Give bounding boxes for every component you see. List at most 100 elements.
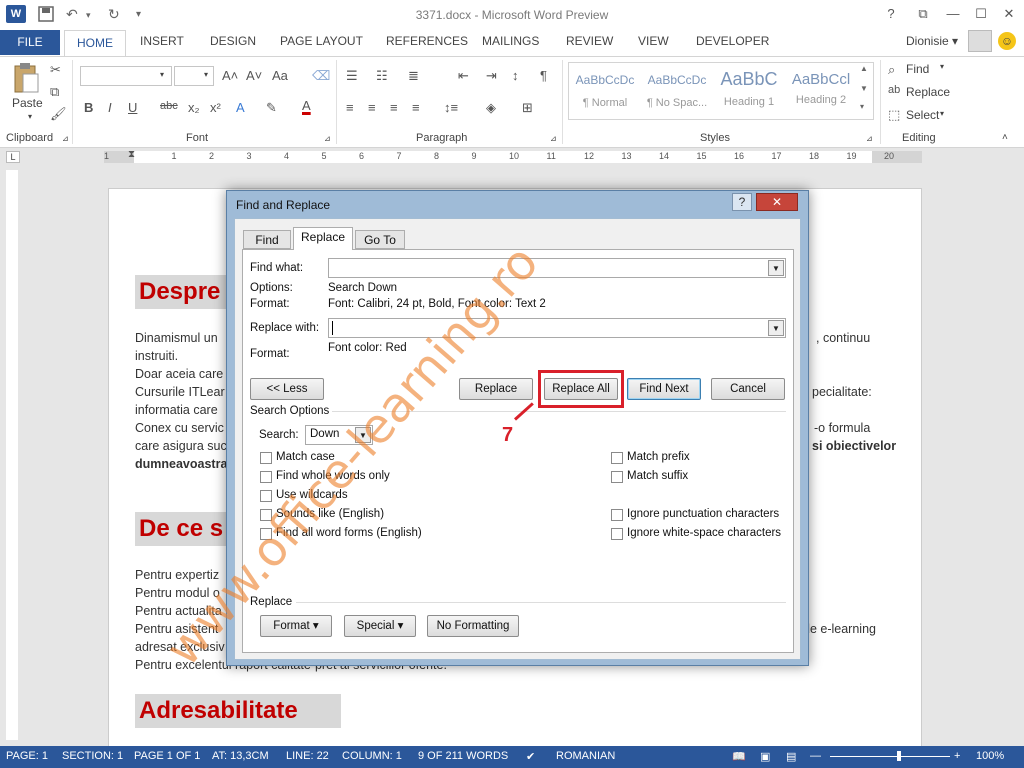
special-menu-button[interactable]: Special ▾ xyxy=(344,615,416,637)
dialog-tab-replace[interactable]: Replace xyxy=(293,227,353,250)
replace-history-dropdown-icon[interactable]: ▼ xyxy=(768,320,784,336)
clipboard-launcher-icon[interactable]: ⊿ xyxy=(62,134,69,143)
grow-font-button[interactable]: A˄ xyxy=(222,68,238,83)
paragraph-launcher-icon[interactable]: ⊿ xyxy=(550,134,557,143)
tab-page-layout[interactable]: PAGE LAYOUT xyxy=(280,34,363,48)
zoom-level[interactable]: 100% xyxy=(976,750,1004,762)
status-at[interactable]: AT: 13,3CM xyxy=(212,750,269,762)
multilevel-list-icon[interactable]: ≣ xyxy=(408,68,419,84)
styles-scroll-up-icon[interactable]: ▲ xyxy=(860,64,868,73)
italic-button[interactable]: I xyxy=(108,100,112,115)
tab-insert[interactable]: INSERT xyxy=(140,34,184,48)
strikethrough-button[interactable]: abc xyxy=(160,100,178,112)
avatar[interactable] xyxy=(968,30,992,52)
less-button[interactable]: << Less xyxy=(250,378,324,400)
highlight-color-icon[interactable]: ✎ xyxy=(266,100,277,116)
tab-developer[interactable]: DEVELOPER xyxy=(696,34,769,48)
zoom-in-icon[interactable]: + xyxy=(954,750,960,762)
borders-icon[interactable]: ⊞ xyxy=(522,100,533,116)
no-formatting-button[interactable]: No Formatting xyxy=(427,615,519,637)
align-center-icon[interactable]: ≡ xyxy=(368,100,376,115)
status-line[interactable]: LINE: 22 xyxy=(286,750,329,762)
status-section[interactable]: SECTION: 1 xyxy=(62,750,123,762)
dialog-help-button[interactable]: ? xyxy=(732,193,752,211)
find-icon[interactable]: ⌕ xyxy=(888,62,895,78)
ribbon-display-button[interactable]: ⧉ xyxy=(912,4,934,24)
read-mode-icon[interactable]: 📖 xyxy=(732,750,746,763)
text-effects-icon[interactable]: A xyxy=(236,100,245,115)
replace-dialog-button[interactable]: Replace xyxy=(459,378,533,400)
vertical-ruler[interactable] xyxy=(6,170,18,740)
numbering-icon[interactable]: ☷ xyxy=(376,68,388,84)
ignore-whitespace-checkbox[interactable] xyxy=(611,528,623,540)
maximize-button[interactable]: ☐ xyxy=(970,4,992,24)
bullets-icon[interactable]: ☰ xyxy=(346,68,358,84)
tab-home[interactable]: HOME xyxy=(64,30,126,56)
shrink-font-button[interactable]: A˅ xyxy=(246,68,262,83)
status-column[interactable]: COLUMN: 1 xyxy=(342,750,402,762)
feedback-smiley-icon[interactable]: ☺ xyxy=(998,32,1016,50)
styles-scroll-down-icon[interactable]: ▼ xyxy=(860,84,868,93)
match-prefix-checkbox[interactable] xyxy=(611,452,623,464)
replace-icon[interactable]: ab xyxy=(888,84,900,96)
tab-review[interactable]: REVIEW xyxy=(566,34,613,48)
find-history-dropdown-icon[interactable]: ▼ xyxy=(768,260,784,276)
sort-icon[interactable]: ↕ xyxy=(512,68,519,83)
zoom-slider[interactable] xyxy=(830,756,950,757)
font-launcher-icon[interactable]: ⊿ xyxy=(324,134,331,143)
increase-indent-icon[interactable]: ⇥ xyxy=(486,68,497,84)
find-button[interactable]: Find xyxy=(906,62,929,76)
tab-view[interactable]: VIEW xyxy=(638,34,669,48)
decrease-indent-icon[interactable]: ⇤ xyxy=(458,68,469,84)
collapse-ribbon-icon[interactable]: ˄ xyxy=(1002,132,1008,143)
shading-icon[interactable]: ◈ xyxy=(486,100,496,116)
justify-icon[interactable]: ≡ xyxy=(412,100,420,115)
ignore-punctuation-checkbox[interactable] xyxy=(611,509,623,521)
clear-formatting-icon[interactable]: ⌫ xyxy=(312,68,330,84)
style-heading-1[interactable]: AaBbC Heading 1 xyxy=(714,64,784,118)
whole-words-checkbox[interactable] xyxy=(260,471,272,483)
underline-button[interactable]: U xyxy=(128,100,137,115)
zoom-out-icon[interactable]: — xyxy=(810,750,821,762)
show-marks-icon[interactable]: ¶ xyxy=(540,68,547,83)
proofing-icon[interactable]: ✔ xyxy=(526,750,535,763)
user-account-menu[interactable]: Dionisie ▾ xyxy=(906,34,958,48)
document-heading[interactable]: Adresabilitate xyxy=(135,694,341,728)
zoom-slider-thumb[interactable] xyxy=(897,751,901,761)
style-no-spacing[interactable]: AaBbCcDc ¶ No Spac... xyxy=(642,64,712,118)
style-normal[interactable]: AaBbCcDc ¶ Normal xyxy=(570,64,640,118)
styles-launcher-icon[interactable]: ⊿ xyxy=(866,134,873,143)
find-next-button[interactable]: Find Next xyxy=(627,378,701,400)
replace-with-input[interactable] xyxy=(328,318,786,338)
select-dropdown-icon[interactable]: ▾ xyxy=(940,109,944,118)
paragraph-block[interactable]: Dinamismul un instruiti. Doar aceia care… xyxy=(135,329,227,473)
tab-references[interactable]: REFERENCES xyxy=(386,34,468,48)
print-layout-icon[interactable]: ▣ xyxy=(760,750,770,763)
match-case-checkbox[interactable] xyxy=(260,452,272,464)
cancel-button[interactable]: Cancel xyxy=(711,378,785,400)
tab-mailings[interactable]: MAILINGS xyxy=(482,34,539,48)
minimize-button[interactable]: — xyxy=(942,4,964,24)
close-window-button[interactable]: ✕ xyxy=(998,4,1020,24)
indent-marker-icon[interactable]: ⧗ xyxy=(128,149,135,160)
style-heading-2[interactable]: AaBbCcl Heading 2 xyxy=(786,64,856,118)
styles-more-icon[interactable]: ▾ xyxy=(860,102,864,111)
match-suffix-checkbox[interactable] xyxy=(611,471,623,483)
change-case-button[interactable]: Aa xyxy=(272,68,288,83)
tab-selector-icon[interactable]: L xyxy=(6,151,20,163)
font-color-icon[interactable]: A xyxy=(302,98,311,113)
find-what-input[interactable] xyxy=(328,258,786,278)
web-layout-icon[interactable]: ▤ xyxy=(786,750,796,763)
dialog-tab-find[interactable]: Find xyxy=(243,230,291,249)
format-painter-icon[interactable]: 🖌 xyxy=(50,106,67,122)
tab-design[interactable]: DESIGN xyxy=(210,34,256,48)
paste-icon[interactable] xyxy=(12,62,40,94)
status-word-count[interactable]: 9 OF 211 WORDS xyxy=(418,750,508,762)
subscript-button[interactable]: x₂ xyxy=(188,100,200,115)
tab-file[interactable]: FILE xyxy=(0,30,60,55)
paste-button[interactable]: Paste xyxy=(12,96,43,110)
replace-button[interactable]: Replace xyxy=(906,85,950,99)
status-page[interactable]: PAGE: 1 xyxy=(6,750,48,762)
copy-icon[interactable]: ⧉ xyxy=(50,84,59,100)
find-dropdown-icon[interactable]: ▾ xyxy=(940,62,944,71)
